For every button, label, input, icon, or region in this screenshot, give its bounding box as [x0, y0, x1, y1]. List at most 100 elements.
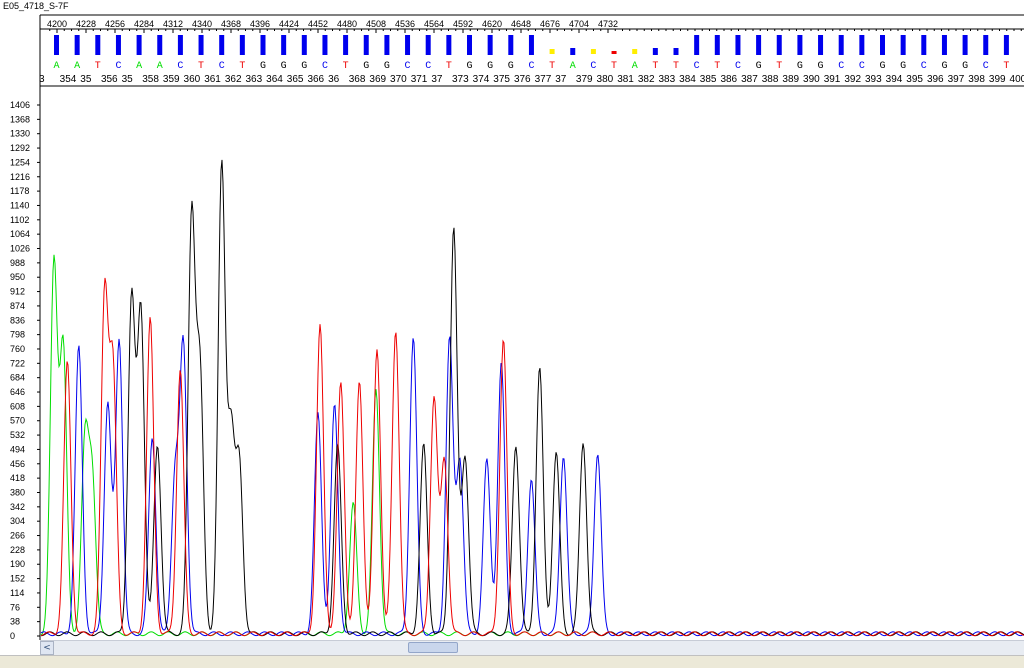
quality-bar — [322, 35, 328, 55]
base-call: C — [590, 61, 596, 72]
peak-C — [449, 341, 450, 342]
base-number: 36 — [328, 74, 340, 85]
base-call: G — [797, 61, 803, 72]
base-call: T — [549, 61, 555, 72]
base-number: 382 — [638, 74, 655, 85]
peak-T — [376, 350, 377, 351]
y-tick-label: 38 — [10, 617, 20, 627]
chromatogram-window: E05_4718_S-7F 4200 4228 4256 4284 4312 4340 43… — [0, 0, 1024, 668]
base-call: G — [260, 61, 266, 72]
quality-bar — [611, 51, 617, 54]
base-number: 369 — [369, 74, 386, 85]
base-call: T — [652, 61, 658, 72]
y-tick-label: 342 — [10, 502, 25, 512]
y-tick-label: 76 — [10, 602, 20, 612]
quality-bar — [425, 35, 431, 55]
peak-C — [107, 405, 108, 406]
base-number: 390 — [803, 74, 820, 85]
quality-bar — [281, 35, 287, 55]
base-call: T — [343, 61, 349, 72]
base-number: 389 — [782, 74, 799, 85]
base-call: C — [115, 61, 121, 72]
base-number: 374 — [473, 74, 490, 85]
base-call: G — [487, 61, 493, 72]
base-number: 380 — [597, 74, 614, 85]
base-number: 3 — [39, 74, 45, 85]
base-call: G — [466, 61, 472, 72]
scroll-left-button[interactable]: < — [40, 641, 54, 655]
peak-T — [503, 341, 504, 342]
peak-C — [413, 339, 414, 340]
base-call: C — [425, 61, 431, 72]
base-number: 384 — [679, 74, 696, 85]
peak-G — [464, 458, 465, 459]
y-tick-label: 798 — [10, 330, 25, 340]
peak-G — [423, 447, 424, 448]
y-tick-label: 1292 — [10, 143, 30, 153]
base-call: G — [962, 61, 968, 72]
base-call: C — [219, 61, 225, 72]
base-number: 377 — [535, 74, 552, 85]
scan-tick-label: 4256 — [105, 19, 125, 29]
quality-bar — [673, 48, 679, 55]
base-call: C — [694, 61, 700, 72]
y-tick-label: 380 — [10, 487, 25, 497]
peak-C — [152, 438, 153, 439]
peak-C — [531, 481, 532, 482]
scroll-thumb[interactable] — [408, 642, 458, 653]
peak-G — [453, 229, 454, 230]
scan-tick-label: 4704 — [569, 19, 589, 29]
base-call: C — [838, 61, 844, 72]
scan-tick-label: 4648 — [511, 19, 531, 29]
y-tick-label: 760 — [10, 344, 25, 354]
base-number: 35 — [122, 74, 134, 85]
quality-bar — [962, 35, 968, 55]
peak-C — [119, 340, 120, 341]
quality-bar — [260, 35, 266, 55]
chromatogram-chart: 4200 4228 4256 4284 4312 4340 4368 4396 4424 4452… — [0, 14, 1024, 640]
base-number: 381 — [617, 74, 634, 85]
quality-bar — [570, 48, 576, 55]
peak-G — [191, 220, 192, 221]
peak-G — [583, 444, 584, 445]
quality-bar — [157, 35, 163, 55]
scan-tick-label: 4480 — [337, 19, 357, 29]
base-call: C — [528, 61, 534, 72]
quality-bar — [632, 49, 638, 54]
base-call: G — [384, 61, 390, 72]
scan-tick-label: 4340 — [192, 19, 212, 29]
quality-bar — [714, 35, 720, 55]
peak-A — [84, 447, 85, 448]
base-number: 371 — [411, 74, 428, 85]
peak-T — [395, 331, 396, 332]
peak-T — [67, 363, 68, 364]
base-number: 35 — [80, 74, 92, 85]
base-call: G — [301, 61, 307, 72]
base-number: 398 — [968, 74, 985, 85]
peak-C — [78, 348, 79, 349]
quality-bar — [838, 35, 844, 55]
quality-bar — [343, 35, 349, 55]
base-call: C — [177, 61, 183, 72]
y-tick-label: 418 — [10, 473, 25, 483]
base-call: A — [632, 61, 638, 72]
y-tick-label: 836 — [10, 315, 25, 325]
y-tick-label: 1368 — [10, 114, 30, 124]
peak-T — [359, 382, 360, 383]
quality-bar — [797, 35, 803, 55]
peak-C — [597, 454, 598, 455]
peak-T — [433, 399, 434, 400]
horizontal-scrollbar[interactable]: < — [40, 640, 1024, 655]
base-call: G — [818, 61, 824, 72]
y-tick-label: 0 — [10, 631, 15, 640]
base-call: C — [921, 61, 927, 72]
peak-G — [515, 447, 516, 448]
scan-tick-label: 4508 — [366, 19, 386, 29]
base-call: C — [983, 61, 989, 72]
base-number: 383 — [659, 74, 676, 85]
scan-tick-label: 4284 — [134, 19, 154, 29]
y-tick-label: 608 — [10, 401, 25, 411]
base-number: 361 — [204, 74, 221, 85]
scan-tick-label: 4396 — [250, 19, 270, 29]
peak-T — [112, 371, 113, 372]
